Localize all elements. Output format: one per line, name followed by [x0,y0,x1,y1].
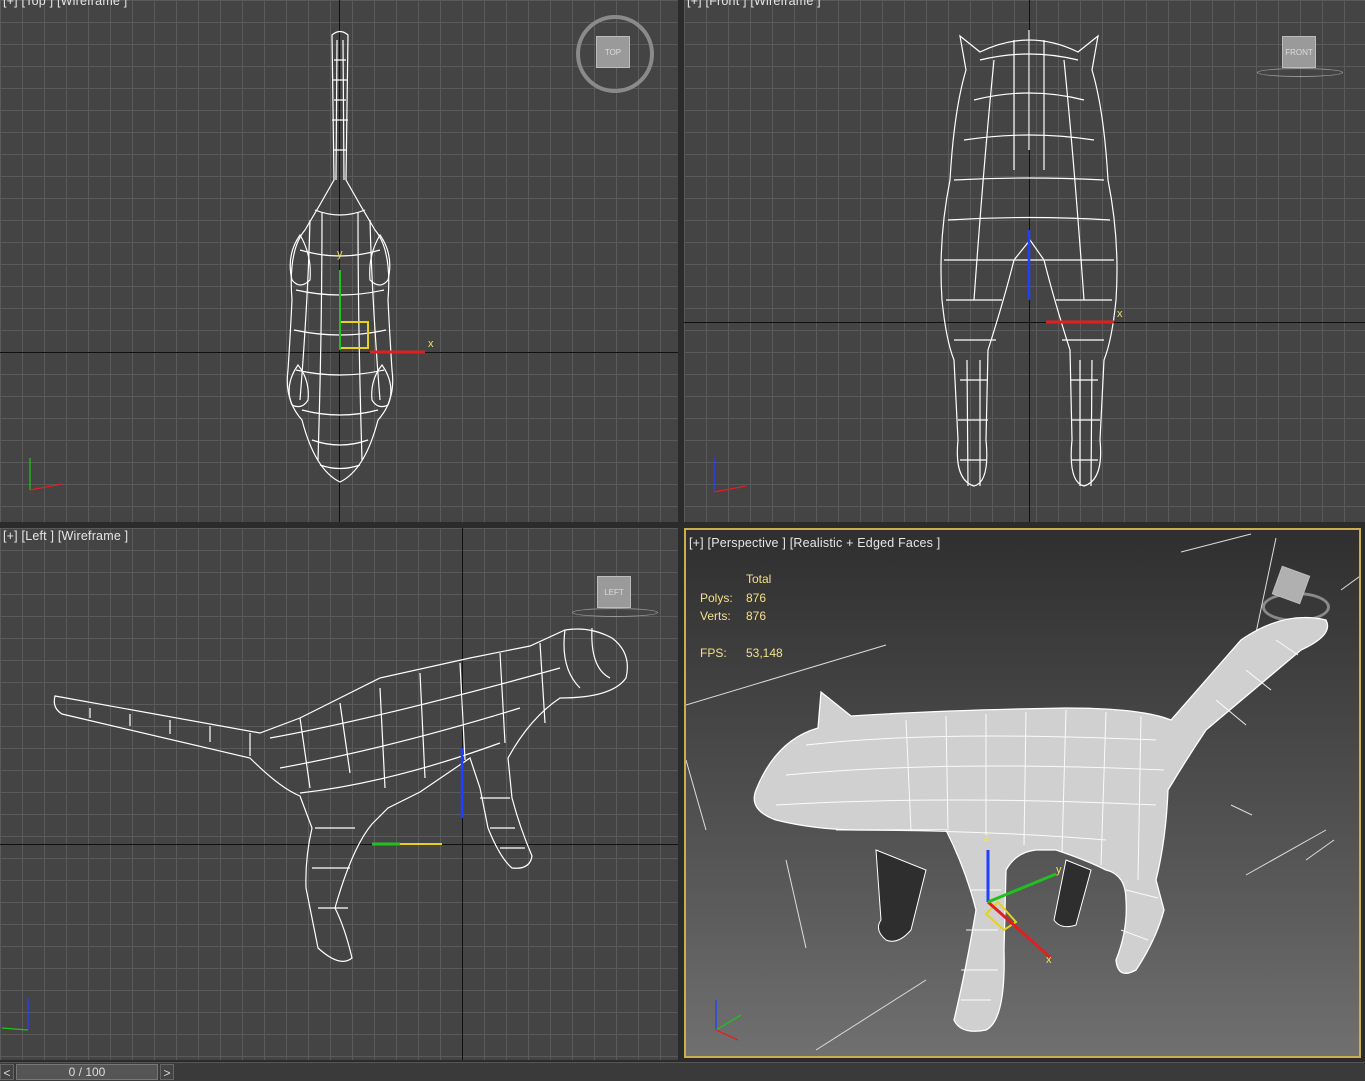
viewport-label-perspective[interactable]: [+] [Perspective ] [Realistic + Edged Fa… [689,536,940,550]
cat-wireframe-front[interactable] [684,0,1365,522]
cat-shaded-perspective[interactable] [686,530,1361,1058]
axis-tripod-x-front [713,485,747,493]
timeline-prev-button[interactable]: < [0,1064,14,1080]
gizmo-x-label-persp: x [1046,954,1052,966]
time-slider[interactable]: 0 / 100 [16,1064,158,1080]
gizmo-x-label-front: x [1117,308,1123,320]
viewport-label-left[interactable]: [+] [Left ] [Wireframe ] [3,529,128,543]
axis-tripod-x-top [29,483,63,491]
viewport-label-top[interactable]: [+] [Top ] [Wireframe ] [3,0,127,8]
cat-wireframe-left[interactable] [0,528,678,1060]
cat-body-shaded [753,616,1329,1032]
viewport-top[interactable]: [+] [Top ] [Wireframe ] TOP x y [0,0,678,522]
gizmo-y-label-persp: y [1056,864,1062,876]
timeline-next-button[interactable]: > [160,1064,174,1080]
axis-tripod-y-persp [715,1014,742,1031]
viewport-front[interactable]: [+] [Front ] [Wireframe ] FRONT x [684,0,1365,522]
timeline-bar[interactable]: < 0 / 100 > [0,1062,1365,1081]
viewport-left[interactable]: [+] [Left ] [Wireframe ] LEFT [0,528,678,1060]
viewport-perspective[interactable]: [+] [Perspective ] [Realistic + Edged Fa… [684,528,1361,1058]
gizmo-y-label-top: y [337,248,343,260]
cat-far-front-leg [875,849,927,942]
cat-wireframe-top[interactable] [0,0,678,522]
gizmo-x-label-top: x [428,338,434,350]
gizmo-z-label-persp: z [984,832,990,844]
axis-tripod-x-persp [715,1029,739,1041]
viewport-label-front[interactable]: [+] [Front ] [Wireframe ] [687,0,821,8]
axis-tripod-y-left [1,1027,29,1031]
